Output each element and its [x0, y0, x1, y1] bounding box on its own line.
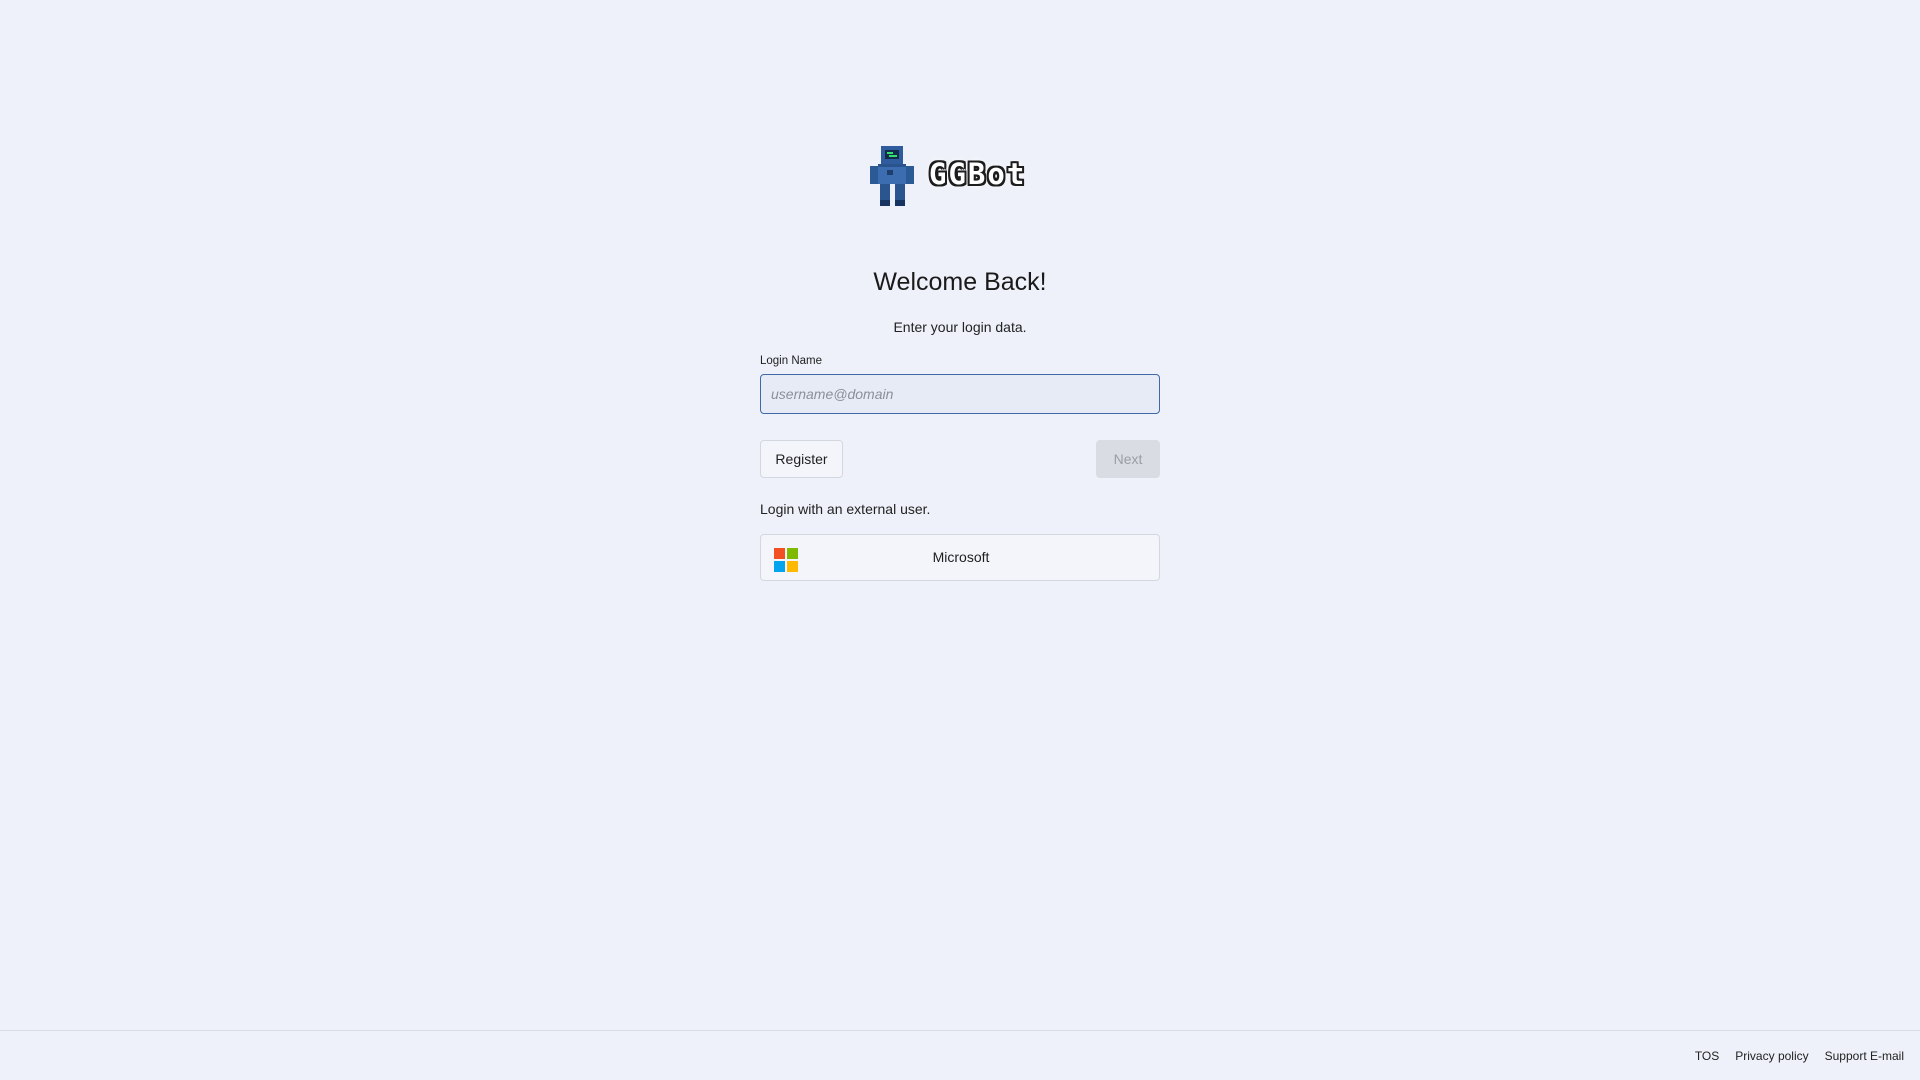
next-button[interactable]: Next — [1096, 440, 1160, 478]
privacy-policy-link[interactable]: Privacy policy — [1735, 1049, 1808, 1063]
footer-links: TOS Privacy policy Support E-mail — [1695, 1049, 1904, 1063]
footer: TOS Privacy policy Support E-mail — [0, 1030, 1920, 1080]
microsoft-login-label: Microsoft — [932, 549, 990, 565]
register-button[interactable]: Register — [760, 440, 843, 478]
robot-mascot-icon — [870, 146, 914, 206]
brand-logo: GGBot — [865, 144, 1065, 214]
login-page: GGBot Welcome Back! Enter your login dat… — [0, 0, 1920, 1080]
microsoft-login-button[interactable]: Microsoft — [760, 534, 1160, 581]
tos-link[interactable]: TOS — [1695, 1049, 1719, 1063]
login-name-label: Login Name — [760, 355, 823, 367]
support-email-link[interactable]: Support E-mail — [1825, 1049, 1904, 1063]
page-subtitle: Enter your login data. — [893, 319, 1027, 335]
brand-wordmark: GGBot — [929, 157, 1027, 191]
page-title: Welcome Back! — [873, 268, 1047, 296]
login-name-input[interactable] — [760, 374, 1160, 414]
external-login-label: Login with an external user. — [760, 501, 931, 517]
